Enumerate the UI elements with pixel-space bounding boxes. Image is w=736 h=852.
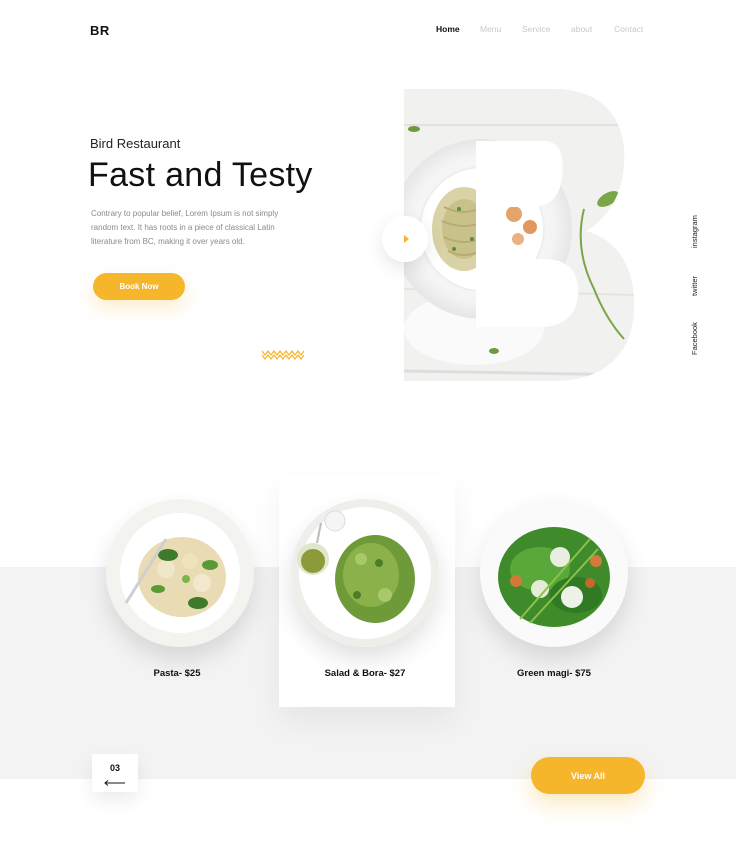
logo[interactable]: BR	[90, 23, 110, 38]
dish-label-green-magi: Green magi- $75	[517, 668, 591, 679]
social-link-facebook[interactable]: Facebook	[690, 322, 699, 355]
dish-image-salad-bora[interactable]	[291, 499, 439, 647]
hero-description: Contrary to popular belief, Lorem Ipsum …	[91, 209, 279, 246]
zigzag-decoration	[261, 350, 305, 360]
nav-item-home[interactable]: Home	[436, 24, 460, 34]
hero-b-food-image	[404, 89, 635, 381]
dish-label-salad-bora: Salad & Bora- $27	[324, 668, 406, 679]
nav-item-contact[interactable]: Contact	[614, 24, 643, 34]
hero-title: Fast and Testy	[88, 156, 313, 194]
page-number: 03	[109, 763, 120, 773]
play-video-button[interactable]	[382, 216, 428, 262]
dish-label-pasta: Pasta- $25	[153, 668, 201, 679]
hero-subtitle: Bird Restaurant	[90, 136, 181, 151]
play-icon	[403, 235, 409, 243]
nav-item-about[interactable]: about	[571, 24, 592, 34]
nav-item-menu[interactable]: Menu	[480, 24, 501, 34]
social-link-twitter[interactable]: twitter	[690, 276, 699, 296]
dish-image-green-magi[interactable]	[480, 499, 628, 647]
dish-image-pasta[interactable]	[106, 499, 254, 647]
view-all-button[interactable]: View All	[531, 757, 645, 794]
social-link-instagram[interactable]: instagram	[690, 215, 699, 248]
arrow-left-icon[interactable]	[104, 780, 126, 786]
book-now-button[interactable]: Book Now	[93, 273, 185, 300]
nav-item-service[interactable]: Service	[522, 24, 550, 34]
pager[interactable]: 03	[92, 754, 138, 792]
